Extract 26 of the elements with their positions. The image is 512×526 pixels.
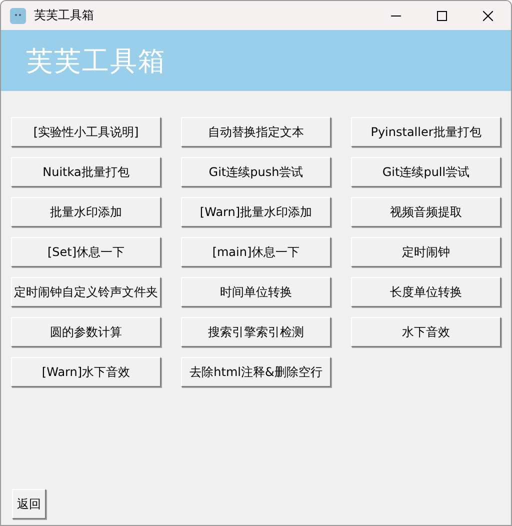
tool-button[interactable]: [Set]休息一下 (11, 237, 161, 267)
banner-title: 芙芙工具箱 (26, 44, 166, 78)
tool-button[interactable]: 定时闹钟自定义铃声文件夹 (11, 277, 161, 307)
app-icon (10, 8, 26, 24)
close-icon (483, 10, 493, 20)
tool-button[interactable]: 去除html注释&删除空行 (181, 357, 331, 387)
tool-button[interactable]: [main]休息一下 (181, 237, 331, 267)
back-button[interactable]: 返回 (12, 489, 46, 519)
tool-button[interactable]: 长度单位转换 (351, 277, 501, 307)
tool-button[interactable]: 水下音效 (351, 317, 501, 347)
maximize-icon (437, 10, 447, 20)
tool-button[interactable]: 圆的参数计算 (11, 317, 161, 347)
tool-button[interactable]: Git连续pull尝试 (351, 157, 501, 187)
tool-button[interactable]: Git连续push尝试 (181, 157, 331, 187)
tool-button[interactable]: [Warn]批量水印添加 (181, 197, 331, 227)
tool-button[interactable]: Nuitka批量打包 (11, 157, 161, 187)
tool-button[interactable]: 时间单位转换 (181, 277, 331, 307)
tool-button[interactable]: 搜索引擎索引检测 (181, 317, 331, 347)
tool-button[interactable]: [实验性小工具说明] (11, 117, 161, 147)
tool-button[interactable]: 视频音频提取 (351, 197, 501, 227)
tool-button[interactable]: [Warn]水下音效 (11, 357, 161, 387)
tool-button[interactable]: Pyinstaller批量打包 (351, 117, 501, 147)
window-title: 芙芙工具箱 (34, 7, 94, 24)
tool-button[interactable]: 定时闹钟 (351, 237, 501, 267)
tool-button[interactable]: 批量水印添加 (11, 197, 161, 227)
tool-button[interactable]: 自动替换指定文本 (181, 117, 331, 147)
